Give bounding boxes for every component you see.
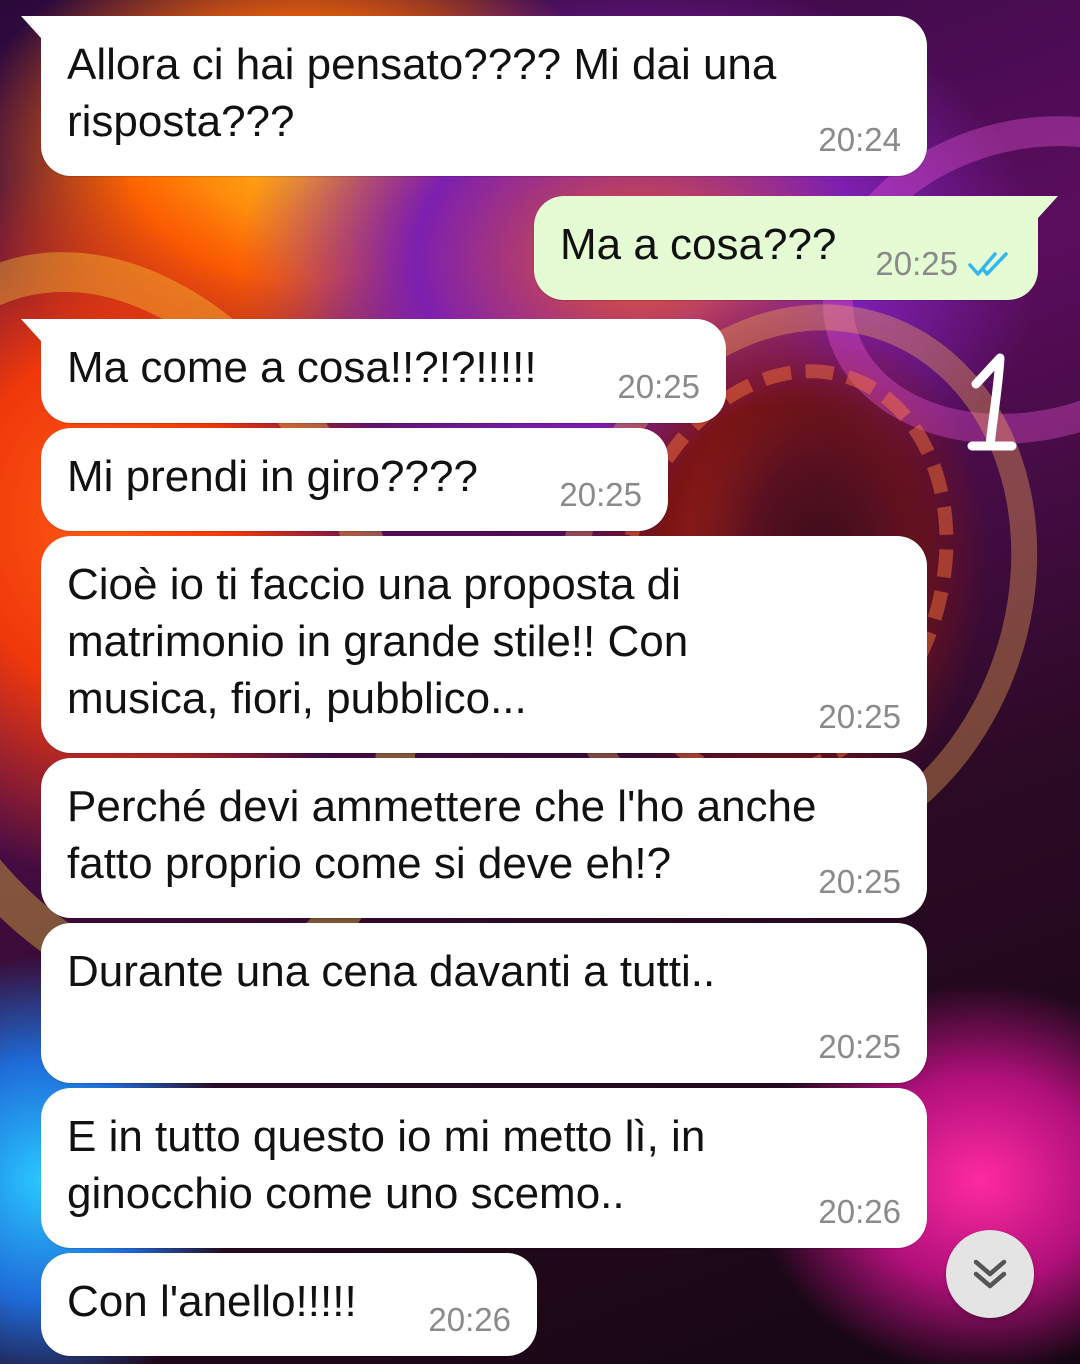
message-time: 20:26 xyxy=(818,1193,901,1230)
message-time: 20:25 xyxy=(818,698,901,735)
scroll-to-bottom-button[interactable] xyxy=(946,1230,1034,1318)
message-bubble-incoming[interactable]: Cioè io ti faccio una proposta di matrim… xyxy=(41,536,927,753)
message-bubble-incoming[interactable]: Con l'anello!!!!! 20:26 xyxy=(41,1253,537,1356)
message-bubble-incoming[interactable]: Ma come a cosa!!?!?!!!!! 20:25 xyxy=(21,319,726,423)
message-meta: 20:25 xyxy=(818,862,901,902)
double-chevron-down-icon xyxy=(973,1259,1007,1289)
message-bubble-incoming[interactable]: Mi prendi in giro???? 20:25 xyxy=(41,428,668,531)
message-text: Perché devi ammettere che l'ho anche fat… xyxy=(67,782,817,888)
message-meta: 20:25 xyxy=(818,1027,901,1067)
message-bubble-incoming[interactable]: Perché devi ammettere che l'ho anche fat… xyxy=(41,758,927,918)
message-time: 20:25 xyxy=(818,863,901,900)
message-bubble-incoming[interactable]: Allora ci hai pensato???? Mi dai una ris… xyxy=(21,16,927,176)
message-meta: 20:25 xyxy=(559,475,642,515)
message-meta: 20:25 xyxy=(617,367,700,407)
message-meta: 20:24 xyxy=(818,120,901,160)
message-bubble-incoming[interactable]: E in tutto questo io mi metto lì, in gin… xyxy=(41,1088,927,1248)
message-time: 20:25 xyxy=(818,1028,901,1065)
message-text: Mi prendi in giro???? xyxy=(67,452,478,501)
message-meta: 20:25 xyxy=(875,244,1012,284)
message-time: 20:25 xyxy=(875,245,958,282)
message-text: E in tutto questo io mi metto lì, in gin… xyxy=(67,1112,706,1218)
message-bubble-outgoing[interactable]: Ma a cosa??? 20:25 xyxy=(534,196,1058,300)
message-time: 20:25 xyxy=(559,476,642,513)
message-time: 20:24 xyxy=(818,121,901,158)
message-time: 20:26 xyxy=(428,1301,511,1338)
message-time: 20:25 xyxy=(617,368,700,405)
handwritten-number-mark xyxy=(967,353,1017,451)
message-text: Ma come a cosa!!?!?!!!!! xyxy=(67,343,537,392)
message-meta: 20:25 xyxy=(818,697,901,737)
message-text: Allora ci hai pensato???? Mi dai una ris… xyxy=(67,40,777,146)
double-check-read-icon xyxy=(968,252,1008,276)
message-meta: 20:26 xyxy=(428,1300,511,1340)
message-meta: 20:26 xyxy=(818,1192,901,1232)
message-text: Durante una cena davanti a tutti.. xyxy=(67,947,716,996)
message-text: Cioè io ti faccio una proposta di matrim… xyxy=(67,560,689,723)
message-bubble-incoming[interactable]: Durante una cena davanti a tutti.. 20:25 xyxy=(41,923,927,1083)
